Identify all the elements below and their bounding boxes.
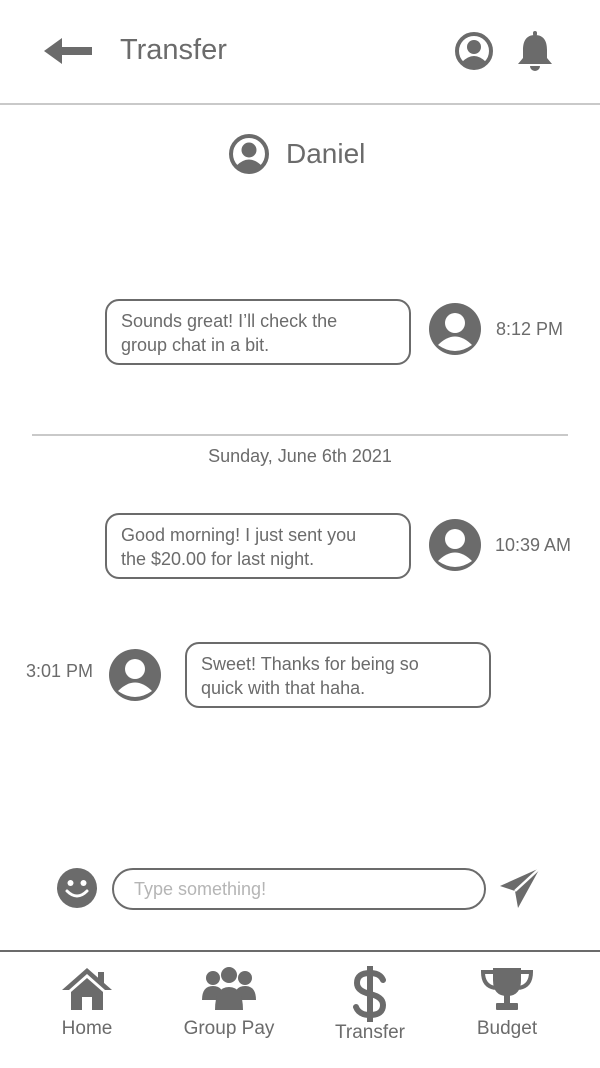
- message-bubble: Sounds great! I’ll check the group chat …: [105, 299, 411, 365]
- message-text-line: Sounds great! I’ll check the: [121, 311, 338, 331]
- send-button[interactable]: [498, 866, 542, 910]
- nav-item-transfer[interactable]: Transfer: [310, 966, 430, 1044]
- message-time: 10:39 AM: [495, 535, 572, 555]
- avatar: [429, 303, 481, 355]
- user-circle-icon: [455, 32, 493, 70]
- bottom-nav: Home Group Pay Transfer Budget: [0, 950, 600, 1068]
- message-text-line: the $20.00 for last night.: [121, 549, 315, 569]
- nav-item-home[interactable]: Home: [27, 966, 147, 1040]
- message-input[interactable]: [112, 868, 486, 910]
- chat-contact[interactable]: Daniel: [228, 132, 365, 176]
- contact-name: Daniel: [286, 138, 366, 169]
- notifications-button[interactable]: [515, 30, 555, 72]
- dollar-icon: [353, 966, 387, 1022]
- date-divider: [32, 434, 568, 436]
- message-text-line: Sweet! Thanks for being so: [201, 654, 419, 674]
- paper-plane-icon: [500, 867, 541, 908]
- nav-item-group-pay[interactable]: Group Pay: [169, 966, 289, 1040]
- nav-item-budget[interactable]: Budget: [447, 966, 567, 1040]
- arrow-left-icon: [44, 38, 92, 64]
- nav-label: Transfer: [334, 1022, 406, 1043]
- message-text-line: group chat in a bit.: [121, 335, 270, 355]
- avatar: [109, 649, 161, 701]
- nav-label: Group Pay: [183, 1018, 275, 1039]
- nav-label: Budget: [476, 1018, 538, 1039]
- avatar: [429, 519, 481, 571]
- message-text-line: quick with that haha.: [201, 678, 366, 698]
- message-text-line: Good morning! I just sent you: [121, 525, 357, 545]
- date-separator: Sunday, June 6th 2021: [208, 446, 392, 466]
- bell-icon: [518, 31, 552, 71]
- home-icon: [62, 968, 112, 1010]
- message-bubble: Good morning! I just sent you the $20.00…: [105, 513, 411, 579]
- back-button[interactable]: [44, 36, 96, 66]
- message-bubble: Sweet! Thanks for being so quick with th…: [185, 642, 491, 708]
- user-circle-icon: [229, 134, 269, 174]
- nav-label: Home: [61, 1018, 113, 1039]
- page-title: Transfer: [120, 34, 227, 66]
- message-time: 8:12 PM: [496, 319, 564, 339]
- message-time: 3:01 PM: [26, 661, 94, 681]
- smiley-icon: [57, 868, 97, 908]
- emoji-button[interactable]: [56, 867, 98, 909]
- app-header: Transfer: [0, 0, 600, 105]
- profile-button[interactable]: [454, 31, 494, 71]
- group-icon: [202, 967, 256, 1010]
- trophy-icon: [480, 968, 534, 1010]
